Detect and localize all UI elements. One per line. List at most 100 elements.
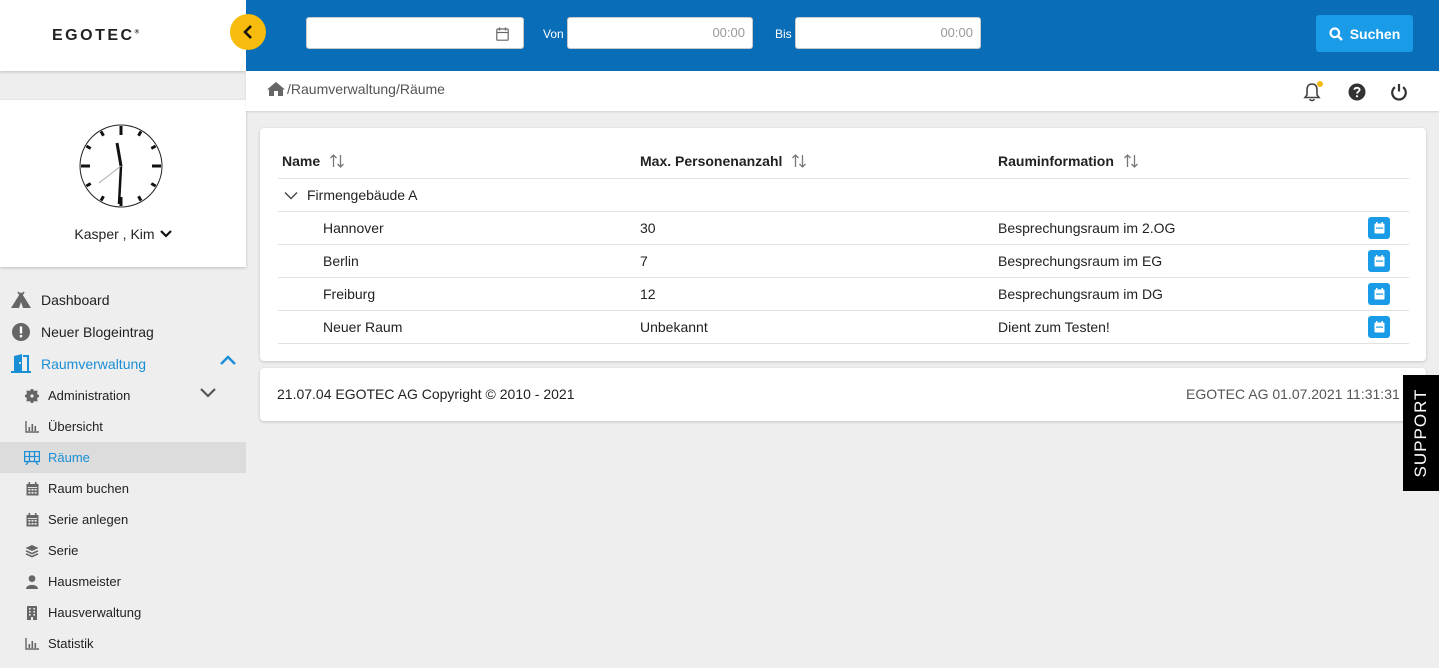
sidebar-subitem-label: Übersicht — [48, 419, 103, 434]
book-room-button[interactable] — [1368, 283, 1390, 305]
date-input[interactable] — [306, 17, 524, 49]
search-button[interactable]: Suchen — [1316, 15, 1413, 52]
layers-icon — [24, 543, 40, 559]
sidebar-subitem-serie[interactable]: Serie — [0, 535, 246, 566]
help-button[interactable] — [1346, 81, 1368, 103]
cell-name: Neuer Raum — [323, 319, 403, 335]
cell-capacity: Unbekannt — [640, 319, 708, 335]
sidebar-subitem-label: Räume — [48, 450, 90, 465]
home-icon[interactable] — [266, 81, 286, 97]
column-header-info[interactable]: Rauminformation — [998, 144, 1139, 178]
sidebar-subitem-label: Serie anlegen — [48, 512, 129, 527]
sidebar-subitem-label: Hausverwaltung — [48, 605, 142, 620]
calendar-icon[interactable] — [496, 27, 509, 41]
power-icon — [1391, 84, 1407, 101]
breadcrumb-path[interactable]: /Raumverwaltung/Räume — [287, 81, 445, 97]
sort-icon[interactable] — [791, 153, 807, 169]
footer: 21.07.04 EGOTEC AG Copyright © 2010 - 20… — [260, 368, 1426, 421]
cell-capacity: 7 — [640, 253, 648, 269]
rooms-table-card: Name Max. Personenanzahl Rauminformation… — [260, 128, 1426, 361]
sidebar-subitem-hausmeister[interactable]: Hausmeister — [0, 566, 246, 597]
table-header-row: Name Max. Personenanzahl Rauminformation — [278, 144, 1409, 179]
sidebar-item-dashboard[interactable]: Dashboard — [0, 284, 246, 316]
sidebar-subitem-label: Hausmeister — [48, 574, 121, 589]
logo-text: EGOTEC — [52, 26, 135, 44]
rooms-table: Name Max. Personenanzahl Rauminformation… — [278, 144, 1409, 344]
cell-name: Hannover — [323, 220, 384, 236]
logout-button[interactable] — [1388, 81, 1410, 103]
sidebar-subitem-label: Serie — [48, 543, 79, 558]
copyright-text: 21.07.04 EGOTEC AG Copyright © 2010 - 20… — [277, 386, 575, 402]
book-room-button[interactable] — [1368, 217, 1390, 239]
sidebar: EGOTEC® Kasper , Kim Dashboard Neuer Blo… — [0, 0, 246, 668]
sidebar-subitem-raeume[interactable]: Räume — [0, 442, 246, 473]
status-text: EGOTEC AG 01.07.2021 11:31:31 — [1186, 386, 1400, 402]
sidebar-subitem-label: Administration — [48, 388, 131, 403]
sidebar-nav: Dashboard Neuer Blogeintrag Raumverwaltu… — [0, 284, 246, 659]
sidebar-subitem-serie-anlegen[interactable]: Serie anlegen — [0, 504, 246, 535]
sidebar-subitem-label: Statistik — [48, 636, 94, 651]
group-row[interactable]: Firmengebäude A — [278, 179, 1409, 212]
bar-chart-icon — [24, 636, 40, 652]
breadcrumb-bar: /Raumverwaltung/Räume — [246, 71, 1439, 111]
grid-icon — [24, 450, 40, 466]
chevron-down-icon[interactable] — [284, 191, 298, 200]
notifications-button[interactable] — [1301, 81, 1323, 103]
logo-registered-mark: ® — [134, 29, 139, 36]
von-time-input[interactable]: 00:00 — [567, 17, 753, 49]
search-icon — [1329, 26, 1343, 41]
book-room-button[interactable] — [1368, 250, 1390, 272]
table-row[interactable]: Neuer Raum Unbekannt Dient zum Testen! — [278, 311, 1409, 344]
door-icon — [10, 354, 32, 374]
calendar-icon — [1374, 222, 1384, 234]
bis-label: Bis — [775, 27, 792, 41]
notification-dot — [1317, 81, 1323, 87]
book-room-button[interactable] — [1368, 316, 1390, 338]
cell-capacity: 12 — [640, 286, 656, 302]
table-row[interactable]: Berlin 7 Besprechungsraum im EG — [278, 245, 1409, 278]
group-label: Firmengebäude A — [307, 187, 418, 203]
chevron-down-icon — [159, 230, 172, 238]
user-panel: Kasper , Kim — [0, 100, 246, 267]
sidebar-item-blog[interactable]: Neuer Blogeintrag — [0, 316, 246, 348]
table-row[interactable]: Freiburg 12 Besprechungsraum im DG — [278, 278, 1409, 311]
cell-info: Dient zum Testen! — [998, 319, 1110, 335]
group-cell: Firmengebäude A — [284, 179, 418, 211]
sidebar-item-label: Neuer Blogeintrag — [41, 324, 154, 340]
help-icon — [1348, 83, 1366, 101]
calendar-icon — [24, 512, 40, 528]
column-header-capacity[interactable]: Max. Personenanzahl — [640, 144, 807, 178]
bis-time-input[interactable]: 00:00 — [795, 17, 981, 49]
chevron-left-icon — [243, 25, 252, 39]
sidebar-subitem-statistik[interactable]: Statistik — [0, 628, 246, 659]
logo[interactable]: EGOTEC® — [52, 27, 139, 45]
column-header-label: Rauminformation — [998, 153, 1114, 169]
column-header-label: Name — [282, 153, 321, 169]
support-label: SUPPORT — [1411, 388, 1430, 478]
search-button-label: Suchen — [1349, 25, 1401, 42]
sidebar-subitem-raum-buchen[interactable]: Raum buchen — [0, 473, 246, 504]
sort-icon[interactable] — [329, 153, 345, 169]
chevron-up-icon — [220, 355, 236, 365]
cell-info: Besprechungsraum im EG — [998, 253, 1163, 269]
support-tab[interactable]: SUPPORT — [1403, 375, 1439, 491]
sidebar-subitem-label: Raum buchen — [48, 481, 129, 496]
sort-icon[interactable] — [1123, 153, 1139, 169]
collapse-sidebar-button[interactable] — [230, 14, 266, 50]
column-header-name[interactable]: Name — [282, 144, 345, 178]
von-label: Von — [543, 27, 564, 41]
sidebar-subitem-hausverwaltung[interactable]: Hausverwaltung — [0, 597, 246, 628]
cell-info: Besprechungsraum im DG — [998, 286, 1163, 302]
calendar-icon — [1374, 321, 1384, 333]
clock-icon — [79, 124, 163, 208]
calendar-icon — [1374, 255, 1384, 267]
sidebar-item-raumverwaltung[interactable]: Raumverwaltung — [0, 348, 246, 380]
chevron-down-icon — [200, 388, 216, 398]
sidebar-subitem-administration[interactable]: Administration — [0, 380, 246, 411]
exclamation-circle-icon — [10, 322, 32, 342]
column-header-label: Max. Personenanzahl — [640, 153, 783, 169]
table-row[interactable]: Hannover 30 Besprechungsraum im 2.OG — [278, 212, 1409, 245]
sidebar-subitem-uebersicht[interactable]: Übersicht — [0, 411, 246, 442]
user-menu[interactable]: Kasper , Kim — [0, 226, 246, 242]
user-icon — [24, 574, 40, 590]
